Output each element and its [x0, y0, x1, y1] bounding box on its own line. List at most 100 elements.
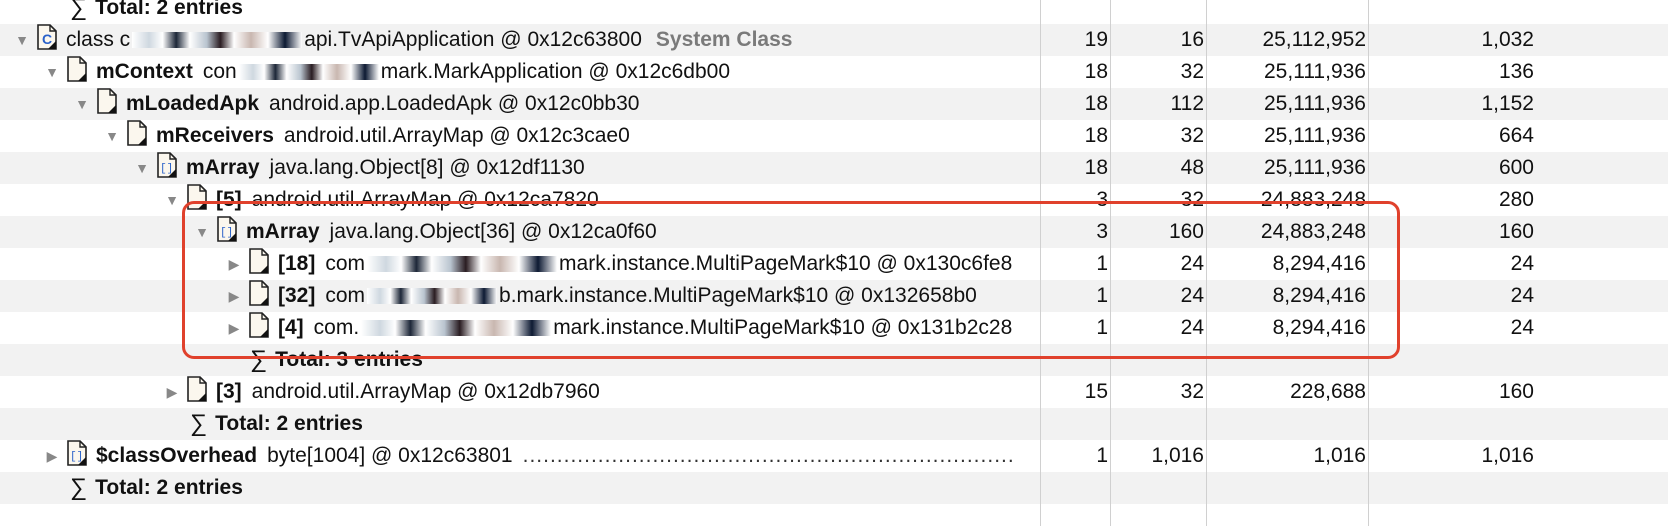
sigma-icon: ∑ [70, 474, 88, 501]
object-description: com [325, 252, 366, 275]
column-divider [1368, 0, 1369, 526]
object-description: mark.MarkApplication @ 0x12c6db00 [380, 60, 731, 83]
object-description: mark.instance.MultiPageMark$10 @ 0x130c6… [559, 252, 1013, 275]
doc-icon [248, 248, 278, 280]
column-divider [1040, 0, 1041, 526]
field-name: mArray [186, 156, 260, 179]
system-class-label: System Class [655, 28, 793, 51]
value-c3: 25,111,936 [1264, 60, 1366, 83]
sigma-icon: ∑ [250, 346, 268, 373]
collapse-triangle-icon[interactable]: ▼ [194, 224, 210, 240]
collapse-triangle-icon[interactable]: ▼ [44, 64, 60, 80]
value-c4: 24 [1510, 316, 1534, 339]
value-c2: 16 [1180, 28, 1204, 51]
value-c3: 24,883,248 [1260, 220, 1366, 243]
tree-row[interactable]: ▶ [3] android.util.ArrayMap @ 0x12db7960 15… [0, 376, 1668, 408]
value-c2: 32 [1180, 188, 1204, 211]
object-description: con [202, 60, 237, 83]
value-c1: 3 [1096, 220, 1108, 243]
tree-row[interactable]: ▶ [18] com mark.instance.MultiPageMark$10 @… [0, 248, 1668, 280]
total-label: Total: 2 entries [95, 0, 243, 19]
value-c2: 160 [1168, 220, 1204, 243]
value-c2: 32 [1180, 380, 1204, 403]
tree-row[interactable]: ▶ [32] com b.mark.instance.MultiPageMark$10… [0, 280, 1668, 312]
column-divider [1110, 0, 1111, 526]
tree-row[interactable]: ▼ [] mArray java.lang.Object[8] @ 0x12df113… [0, 152, 1668, 184]
tree-row[interactable]: ▼ [5] android.util.ArrayMap @ 0x12ca7820 3 3… [0, 184, 1668, 216]
field-name: [4] [278, 316, 304, 339]
value-c4: 24 [1510, 252, 1534, 275]
expand-triangle-icon[interactable]: ▶ [226, 256, 242, 272]
object-description: com. [313, 316, 360, 339]
tree-cell: ▶ [] $classOverhead byte[1004] @ 0x12c63801… [44, 440, 1038, 472]
sigma-icon: ∑ [190, 410, 208, 437]
collapse-triangle-icon[interactable]: ▼ [74, 96, 90, 112]
value-c3: 25,111,936 [1264, 124, 1366, 147]
value-c1: 18 [1084, 60, 1108, 83]
tree-cell: ▼ mReceivers android.util.ArrayMap @ 0x12c… [104, 120, 630, 152]
collapse-triangle-icon[interactable]: ▼ [134, 160, 150, 176]
tree-cell: ▼ mContext con mark.MarkApplication @ 0x12c… [44, 56, 730, 88]
total-row[interactable]: ∑ Total: 2 entries [0, 408, 1668, 440]
value-c2 [1112, 472, 1204, 504]
value-c1: 1 [1096, 316, 1108, 339]
tree-row[interactable]: ▼ mLoadedApk android.app.LoadedApk @ 0x12c… [0, 88, 1668, 120]
value-c4: 664 [1498, 124, 1534, 147]
sigma-icon: ∑ [70, 0, 88, 21]
value-c4 [1370, 0, 1534, 24]
column-divider [1206, 0, 1207, 526]
tree-row[interactable]: ▶ [] $classOverhead byte[1004] @ 0x12c63801… [0, 440, 1668, 472]
object-description: mark.instance.MultiPageMark$10 @ 0x131b2… [553, 316, 1013, 339]
tree-cell: ▶ [32] com b.mark.instance.MultiPageMark$10… [226, 280, 977, 312]
field-name: mLoadedApk [126, 92, 260, 115]
collapse-triangle-icon[interactable]: ▼ [104, 128, 120, 144]
value-c2: 112 [1170, 92, 1204, 115]
array-icon: [] [66, 440, 96, 472]
collapse-triangle-icon[interactable]: ▼ [14, 32, 30, 48]
doc-icon [186, 376, 216, 408]
total-row[interactable]: ∑ Total: 2 entries [0, 472, 1668, 504]
collapse-triangle-icon[interactable]: ▼ [164, 192, 180, 208]
tree-cell: ∑ Total: 2 entries [70, 0, 243, 24]
value-c4: 160 [1498, 380, 1534, 403]
tree-cell: ▼ Cclass c api.TvApiApplication @ 0x12c638… [14, 24, 792, 56]
value-c2: 32 [1180, 124, 1204, 147]
total-row[interactable]: ∑ Total: 3 entries [0, 344, 1668, 376]
value-c1: 18 [1084, 156, 1108, 179]
expand-triangle-icon[interactable]: ▶ [164, 384, 180, 400]
value-c2: 24 [1180, 252, 1204, 275]
value-c3: 25,111,936 [1264, 156, 1366, 179]
tree-row[interactable]: ▶ [4] com. mark.instance.MultiPageMark$10 @… [0, 312, 1668, 344]
expand-triangle-icon[interactable]: ▶ [44, 448, 60, 464]
value-c1 [1040, 408, 1108, 440]
field-name: mArray [246, 220, 320, 243]
value-c4: 1,152 [1481, 92, 1534, 115]
field-name: mReceivers [156, 124, 274, 147]
object-description: class c [66, 28, 131, 51]
expand-triangle-icon[interactable]: ▶ [226, 288, 242, 304]
tree-cell: ▼ [] mArray java.lang.Object[8] @ 0x12df113… [134, 152, 585, 184]
svg-text:[]: [] [70, 451, 83, 463]
doc-icon [248, 312, 278, 344]
dot-leader: ........................................… [522, 444, 1015, 467]
tree-row[interactable]: ▼ mContext con mark.MarkApplication @ 0x12c… [0, 56, 1668, 88]
value-c4: 1,032 [1481, 28, 1534, 51]
tree-cell: ∑ Total: 2 entries [190, 408, 363, 440]
value-c1 [1040, 344, 1108, 376]
field-name: [3] [216, 380, 242, 403]
array-icon: [] [216, 216, 246, 248]
object-description: android.util.ArrayMap @ 0x12db7960 [251, 380, 600, 403]
redacted-text [367, 256, 558, 272]
tree-row[interactable]: ▼ [] mArray java.lang.Object[36] @ 0x12ca0f… [0, 216, 1668, 248]
tree-row[interactable]: ▼ Cclass c api.TvApiApplication @ 0x12c638… [0, 24, 1668, 56]
tree-row[interactable]: ▼ mReceivers android.util.ArrayMap @ 0x12c… [0, 120, 1668, 152]
value-c2 [1112, 0, 1204, 24]
object-description: android.util.ArrayMap @ 0x12c3cae0 [283, 124, 630, 147]
doc-icon [126, 120, 156, 152]
total-row[interactable]: ∑ Total: 2 entries [0, 0, 1668, 24]
expand-triangle-icon[interactable]: ▶ [226, 320, 242, 336]
value-c2: 24 [1180, 284, 1204, 307]
value-c1 [1040, 472, 1108, 504]
value-c3: 25,112,952 [1262, 28, 1366, 51]
value-c4: 160 [1498, 220, 1534, 243]
